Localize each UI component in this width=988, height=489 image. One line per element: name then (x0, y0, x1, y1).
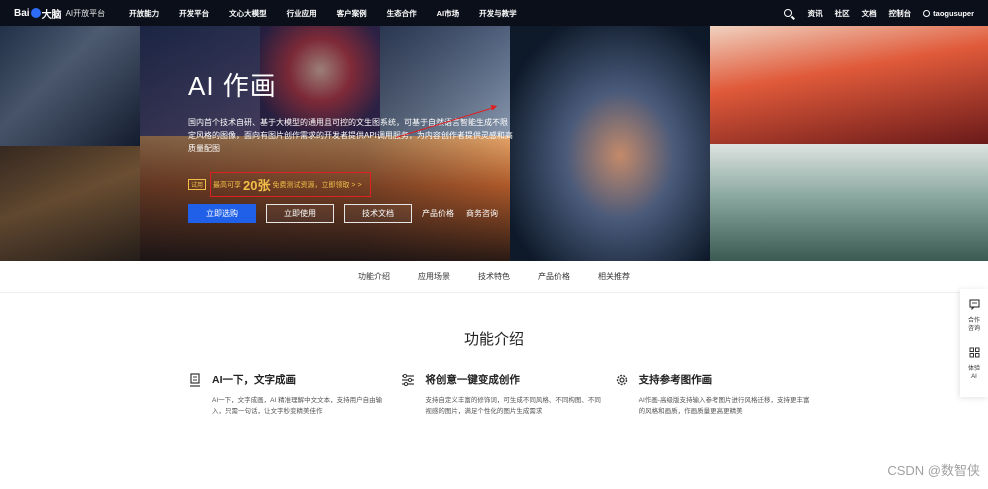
feature-item: AI一下，文字成画 AI一下，文字成画，AI 精准理解中文文本，支持用户自由输入… (188, 372, 401, 417)
feature-desc: AI一下，文字成画，AI 精准理解中文文本，支持用户自由输入，只需一句话，让文字… (212, 397, 383, 415)
floating-sidebar: 合作咨询 体验AI (960, 289, 988, 397)
feature-item: 支持参考图作画 AI作画-高级版支持输入参考图片进行风格迁移，支持更丰富的风格和… (615, 372, 828, 417)
nav-community[interactable]: 社区 (835, 8, 850, 19)
top-nav: Bai 大脑 AI开放平台 开放能力 开发平台 文心大模型 行业应用 客户案例 … (0, 0, 988, 26)
nav-item-industry[interactable]: 行业应用 (287, 8, 317, 19)
hero-title: AI 作画 (188, 71, 277, 101)
trial-float-button[interactable]: 体验AI (967, 345, 981, 381)
tab-tech[interactable]: 技术特色 (478, 271, 510, 282)
promo-link[interactable]: 免费测试资源，立即领取 > > (272, 180, 361, 190)
feature-head: 支持参考图作画 (615, 372, 828, 387)
consult-link[interactable]: 商务咨询 (466, 208, 498, 219)
search-icon[interactable] (783, 9, 792, 17)
hero-banner: AI 作画 国内首个技术自研、基于大模型的通用且可控的文生图系统，可基于自然语言… (0, 26, 988, 261)
nav-item-cases[interactable]: 客户案例 (337, 8, 367, 19)
hero-image-phoenix (710, 26, 988, 144)
hero-image-landscape (710, 144, 988, 261)
consult-float-button[interactable]: 合作咨询 (967, 297, 981, 333)
price-link[interactable]: 产品价格 (422, 208, 454, 219)
tab-price[interactable]: 产品价格 (538, 271, 570, 282)
promo-tag: 试用 (188, 179, 207, 190)
nav-docs[interactable]: 文档 (862, 8, 877, 19)
nav-item-dev-platform[interactable]: 开发平台 (179, 8, 209, 19)
hero-image-portrait (510, 26, 710, 261)
logo-subtitle: AI开放平台 (65, 8, 106, 18)
logo-mark: Bai 大脑 (14, 6, 62, 21)
nav-item-ecosystem[interactable]: 生态合作 (387, 8, 417, 19)
trial-float-label: 体验AI (967, 366, 980, 380)
nav-item-ai-market[interactable]: AI市场 (437, 8, 460, 19)
section-nav: 功能介绍 应用场景 技术特色 产品价格 相关推荐 (0, 261, 988, 293)
feature-desc: AI作画-高级版支持输入参考图片进行风格迁移，支持更丰富的风格和画质，作画质量更… (638, 397, 810, 415)
tab-scenarios[interactable]: 应用场景 (418, 271, 450, 282)
feature-title: 将创意一键变成创作 (425, 374, 520, 386)
feature-desc: 支持自定义丰富的修饰词，可生成不同风格、不同构图、不同视感的图片，满足个性化的图… (425, 397, 601, 415)
logo[interactable]: Bai 大脑 AI开放平台 (14, 6, 105, 21)
tab-recommend[interactable]: 相关推荐 (598, 271, 630, 282)
feature-title: AI一下，文字成画 (212, 374, 296, 386)
consult-float-label: 合作咨询 (967, 318, 980, 332)
paw-icon (30, 8, 41, 18)
sliders-icon (401, 373, 415, 387)
promo-highlight-box[interactable]: 最高可享 20张 免费测试资源，立即领取 > > (210, 172, 371, 197)
promo-count: 20张 (243, 178, 271, 193)
nav-right: 资讯 社区 文档 控制台 taogusuper (783, 0, 974, 26)
section-title: 功能介绍 (463, 331, 524, 348)
nav-item-wenxin-model[interactable]: 文心大模型 (229, 8, 267, 19)
nav-console[interactable]: 控制台 (889, 8, 912, 19)
feature-head: AI一下，文字成画 (188, 372, 401, 387)
feature-list: AI一下，文字成画 AI一下，文字成画，AI 精准理解中文文本，支持用户自由输入… (188, 372, 828, 417)
watermark: CSDN @数智侠 (887, 463, 980, 478)
use-now-button[interactable]: 立即使用 (266, 204, 334, 223)
promo-prefix: 最高可享 (213, 181, 242, 189)
nav-menu: 开放能力 开发平台 文心大模型 行业应用 客户案例 生态合作 AI市场 开发与教… (129, 8, 537, 19)
gear-icon (615, 373, 629, 387)
feature-title: 支持参考图作画 (638, 374, 713, 386)
message-icon (968, 297, 980, 315)
logo-mid: 大脑 (41, 9, 62, 21)
promo-banner: 试用 最高可享 20张 免费测试资源，立即领取 > > (188, 172, 371, 197)
grid-icon (969, 345, 980, 363)
user-icon[interactable] (923, 9, 931, 17)
buy-now-button[interactable]: 立即选购 (188, 204, 256, 223)
page: Bai 大脑 AI开放平台 开放能力 开发平台 文心大模型 行业应用 客户案例 … (0, 0, 988, 489)
nav-item-open-capability[interactable]: 开放能力 (129, 8, 159, 19)
tech-docs-button[interactable]: 技术文档 (344, 204, 412, 223)
nav-item-learning[interactable]: 开发与教学 (479, 8, 517, 19)
feature-item: 将创意一键变成创作 支持自定义丰富的修饰词，可生成不同风格、不同构图、不同视感的… (401, 372, 614, 417)
text-to-image-icon (188, 372, 202, 387)
nav-news[interactable]: 资讯 (808, 8, 823, 19)
hero-actions: 立即选购 立即使用 技术文档 产品价格 商务咨询 (188, 204, 510, 223)
username[interactable]: taogusuper (933, 9, 974, 18)
tab-features[interactable]: 功能介绍 (358, 271, 390, 282)
hero-description: 国内首个技术自研、基于大模型的通用且可控的文生图系统，可基于自然语言智能生成不限… (188, 118, 513, 153)
logo-text: Bai (14, 7, 30, 19)
feature-head: 将创意一键变成创作 (401, 372, 614, 387)
